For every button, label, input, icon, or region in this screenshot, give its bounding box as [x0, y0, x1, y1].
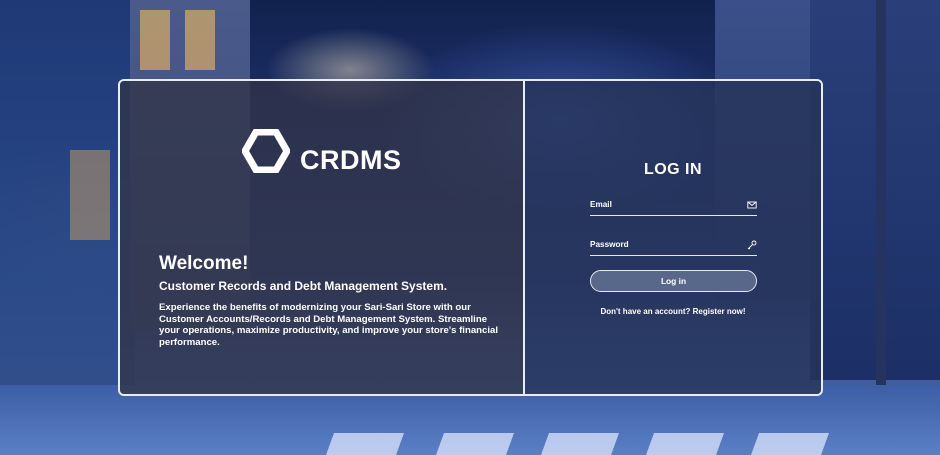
- welcome-panel: CRDMS Welcome! Customer Records and Debt…: [120, 81, 525, 394]
- background-window: [185, 10, 215, 70]
- background-crosswalk: [645, 433, 725, 455]
- hexagon-logo-icon: [242, 128, 290, 173]
- email-input[interactable]: [590, 196, 757, 215]
- welcome-description: Experience the benefits of modernizing y…: [159, 302, 499, 348]
- register-prompt-line: Don't have an account? Register now!: [525, 307, 821, 316]
- background-crosswalk: [540, 433, 620, 455]
- register-prompt: Don't have an account?: [600, 307, 691, 316]
- login-title: LOG IN: [643, 161, 703, 178]
- brand-name: CRDMS: [300, 145, 402, 175]
- key-icon: [747, 240, 757, 250]
- email-field-wrapper: Email: [590, 196, 757, 216]
- background-building: [810, 0, 940, 380]
- background-pole: [876, 0, 886, 385]
- login-card: CRDMS Welcome! Customer Records and Debt…: [118, 79, 823, 396]
- background-crosswalk: [750, 433, 830, 455]
- login-button[interactable]: Log in: [590, 270, 757, 292]
- brand-logo: CRDMS: [242, 125, 402, 176]
- background-window: [140, 10, 170, 70]
- background-crosswalk: [435, 433, 515, 455]
- login-panel: LOG IN Email Password Log in Don't have …: [525, 81, 821, 394]
- register-link[interactable]: Register now!: [693, 307, 746, 316]
- welcome-heading: Welcome!: [159, 253, 249, 274]
- password-input[interactable]: [590, 236, 757, 255]
- envelope-icon: [747, 201, 757, 209]
- background-crosswalk: [325, 433, 405, 455]
- welcome-subtitle: Customer Records and Debt Management Sys…: [159, 279, 448, 293]
- background-window: [70, 150, 110, 240]
- password-field-wrapper: Password: [590, 236, 757, 256]
